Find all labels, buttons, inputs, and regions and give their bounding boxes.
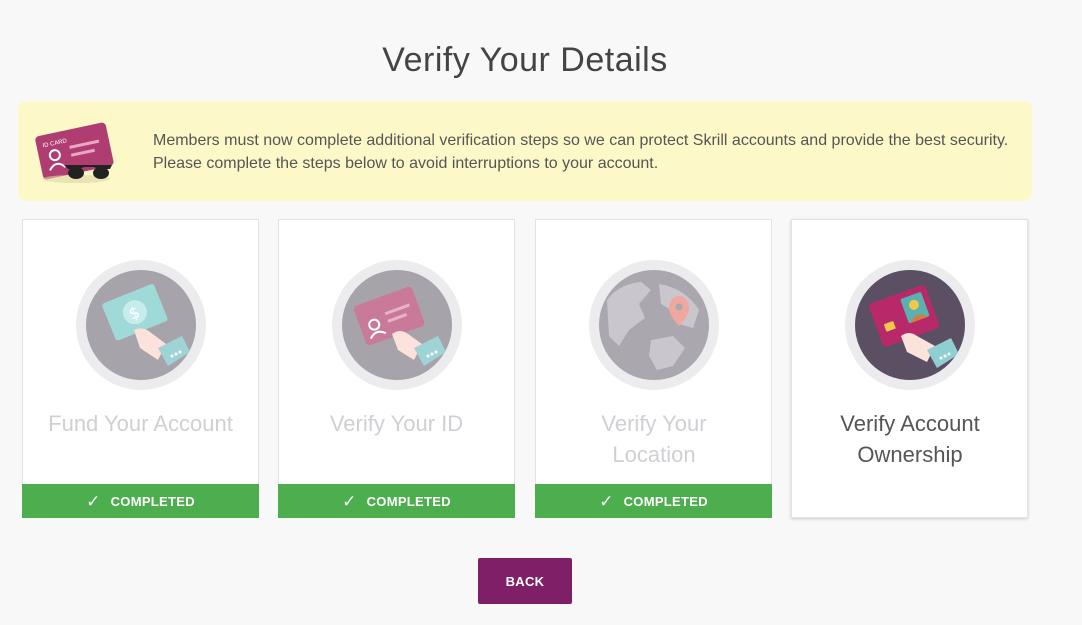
step-badge [332,260,462,390]
step-card-verify-ownership[interactable]: Verify Account Ownership [791,219,1028,518]
step-label: Fund Your Account [48,411,233,436]
money-hand-icon: $ [86,270,196,380]
back-button[interactable]: BACK [478,558,572,604]
step-badge [589,260,719,390]
card-hand-icon [855,270,965,380]
verification-notice: ID CARD Members must now complete additi… [18,101,1032,201]
page-title: Verify Your Details [382,40,668,79]
step-card-verify-id[interactable]: Verify Your ID ✓ COMPLETED [278,219,515,518]
id-card-sunglasses-icon: ID CARD [34,117,120,187]
status-text: COMPLETED [623,493,708,509]
step-label: Verify Your ID [329,411,464,436]
step-card-verify-location[interactable]: Verify Your Location ✓ COMPLETED [535,219,772,518]
completed-status: ✓ COMPLETED [278,484,515,518]
notice-text: Members must now complete additional ver… [153,132,1009,172]
check-icon: ✓ [342,491,357,511]
step-card-fund-account[interactable]: $ Fund Your Account ✓ COMPLETED [22,219,259,518]
step-badge [845,260,975,390]
status-text: COMPLETED [110,493,195,509]
completed-status: ✓ COMPLETED [535,484,772,518]
id-card-hand-icon [342,270,452,380]
step-label: Verify Your Location [601,411,707,467]
status-text: COMPLETED [366,493,451,509]
check-icon: ✓ [86,491,101,511]
completed-status: ✓ COMPLETED [22,484,259,518]
step-badge: $ [76,260,206,390]
step-label: Verify Account Ownership [840,411,980,467]
check-icon: ✓ [599,491,614,511]
globe-pin-icon [599,270,709,380]
